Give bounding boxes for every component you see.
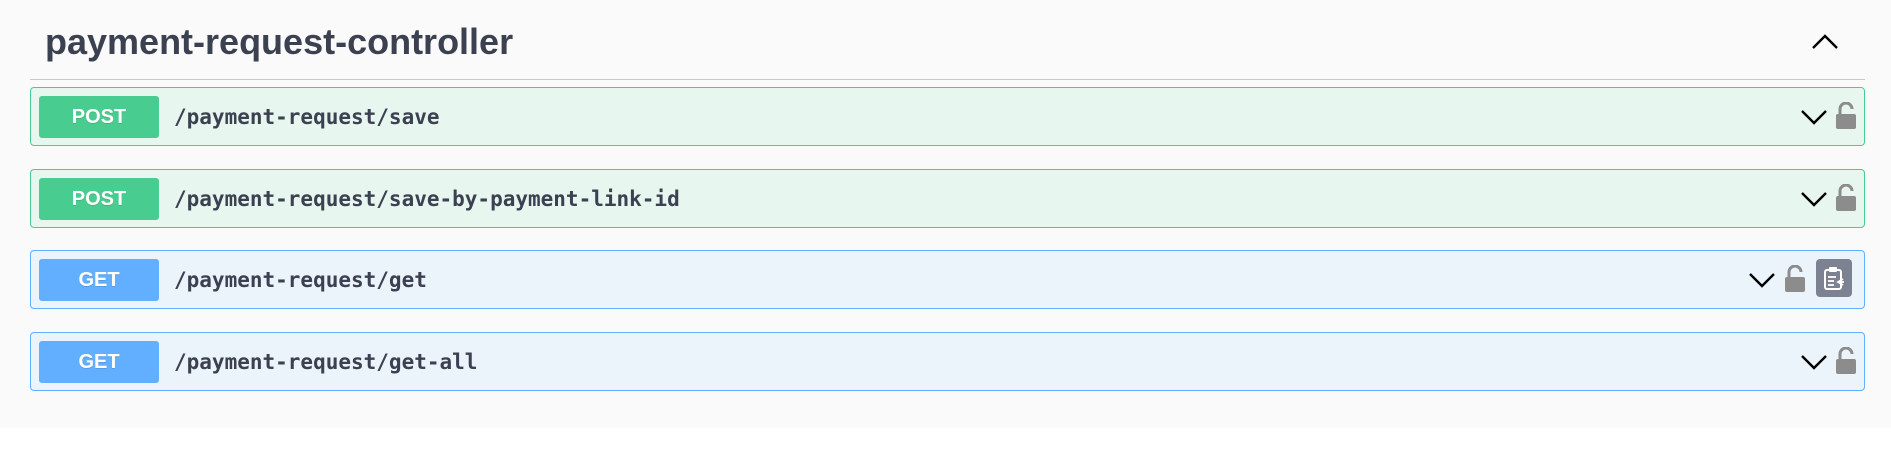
endpoint-path: /payment-request/get — [174, 267, 427, 292]
opblock-post-save-by-payment-link-id[interactable]: POST /payment-request/save-by-payment-li… — [30, 169, 1865, 228]
chevron-down-icon — [1801, 355, 1827, 370]
collapse-button[interactable] — [1805, 22, 1845, 62]
lock-icon — [1785, 265, 1805, 292]
endpoint-path: /payment-request/save — [174, 104, 440, 129]
chevron-down-icon — [1801, 192, 1827, 207]
copy-to-clipboard-icon — [1824, 267, 1844, 290]
method-badge: POST — [39, 96, 159, 138]
chevron-up-icon — [1812, 34, 1838, 49]
authorize-button[interactable] — [1782, 262, 1808, 296]
opblock-post-save[interactable]: POST /payment-request/save — [30, 87, 1865, 146]
lock-icon — [1836, 184, 1856, 211]
copy-to-clipboard-button[interactable] — [1816, 259, 1852, 297]
lock-icon — [1836, 347, 1856, 374]
expand-button[interactable] — [1798, 102, 1830, 132]
lock-icon — [1836, 102, 1856, 129]
authorize-button[interactable] — [1833, 181, 1859, 215]
method-badge: GET — [39, 259, 159, 301]
method-badge: POST — [39, 178, 159, 220]
opblock-get-get-all[interactable]: GET /payment-request/get-all — [30, 332, 1865, 391]
endpoint-path: /payment-request/get-all — [174, 349, 478, 374]
expand-button[interactable] — [1798, 184, 1830, 214]
chevron-down-icon — [1749, 273, 1775, 288]
chevron-down-icon — [1801, 110, 1827, 125]
tag-section: payment-request-controller POST /payment… — [0, 0, 1891, 428]
authorize-button[interactable] — [1833, 344, 1859, 378]
method-badge: GET — [39, 341, 159, 383]
expand-button[interactable] — [1798, 347, 1830, 377]
endpoint-path: /payment-request/save-by-payment-link-id — [174, 186, 680, 211]
expand-button[interactable] — [1746, 265, 1778, 295]
opblock-get-get[interactable]: GET /payment-request/get — [30, 250, 1865, 309]
tag-title[interactable]: payment-request-controller — [45, 20, 513, 64]
tag-header[interactable]: payment-request-controller — [30, 0, 1865, 80]
authorize-button[interactable] — [1833, 99, 1859, 133]
